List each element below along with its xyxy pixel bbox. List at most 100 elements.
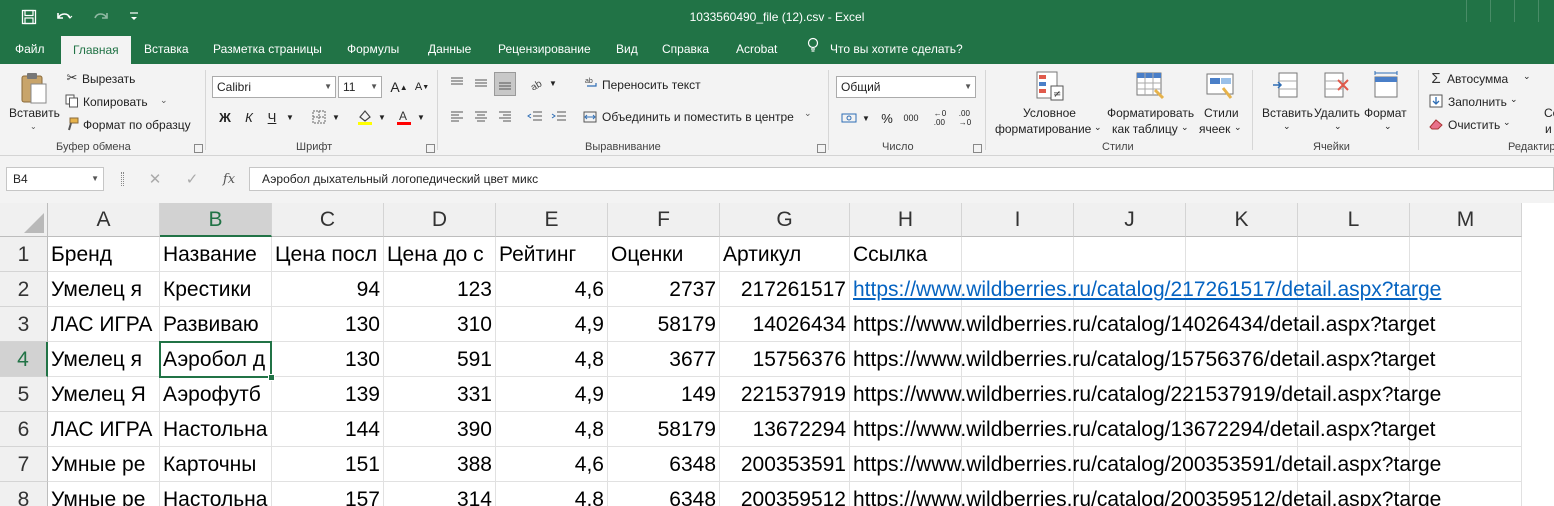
cell-f3[interactable]: 58179 — [608, 307, 720, 342]
cell-g3[interactable]: 14026434 — [720, 307, 850, 342]
insert-function-icon[interactable]: fx — [219, 169, 239, 189]
cell-f4[interactable]: 3677 — [608, 342, 720, 377]
cell-b6[interactable]: Настольна — [160, 412, 272, 447]
font-name-select[interactable]: Calibri ▼ — [212, 76, 336, 98]
column-header-j[interactable]: J — [1074, 203, 1186, 237]
increase-decimal-icon[interactable]: ←0.00 — [930, 108, 950, 128]
decrease-indent-icon[interactable] — [526, 108, 544, 126]
format-cells-button[interactable]: Формат — [1364, 106, 1407, 120]
cell-b4[interactable]: Аэробол д — [160, 342, 272, 377]
tab-formulas[interactable]: Формулы — [347, 34, 399, 64]
tab-insert[interactable]: Вставка — [144, 34, 189, 64]
cell-styles-line1[interactable]: Стили — [1204, 106, 1239, 120]
align-top-icon[interactable] — [448, 74, 466, 92]
cell-styles-line2[interactable]: ячеек — [1199, 122, 1230, 136]
cell-d6[interactable]: 390 — [384, 412, 496, 447]
row-header-8[interactable]: 8 — [0, 482, 48, 506]
italic-button[interactable]: К — [241, 106, 257, 128]
cell-a3[interactable]: ЛАС ИГРА — [48, 307, 160, 342]
column-header-k[interactable]: K — [1186, 203, 1298, 237]
tab-view[interactable]: Вид — [616, 34, 638, 64]
font-color-icon[interactable]: A — [394, 106, 414, 128]
sort-filter-line1[interactable]: Со — [1544, 106, 1554, 120]
cell-c7[interactable]: 151 — [272, 447, 384, 482]
cell-d3[interactable]: 310 — [384, 307, 496, 342]
cell-c1[interactable]: Цена посл — [272, 237, 384, 272]
increase-font-icon[interactable]: A ▲ — [390, 76, 408, 98]
fill-handle[interactable] — [268, 374, 275, 381]
format-cells-dropdown-icon[interactable]: ⌄ — [1384, 121, 1392, 132]
cell-c5[interactable]: 139 — [272, 377, 384, 412]
autosum-dropdown-icon[interactable]: ⌄ — [1523, 71, 1531, 82]
cell-b7[interactable]: Карточны — [160, 447, 272, 482]
cell-d7[interactable]: 388 — [384, 447, 496, 482]
column-header-i[interactable]: I — [962, 203, 1074, 237]
column-header-a[interactable]: A — [48, 203, 160, 237]
cancel-entry-icon[interactable]: ✕ — [146, 170, 164, 188]
row-header-4[interactable]: 4 — [0, 342, 48, 377]
align-left-icon[interactable] — [448, 108, 466, 126]
fill-color-dropdown-icon[interactable]: ▼ — [377, 106, 387, 128]
thousands-separator-button[interactable]: 000 — [901, 108, 921, 128]
cell-f7[interactable]: 6348 — [608, 447, 720, 482]
conditional-formatting-line1[interactable]: Условное — [1023, 106, 1076, 120]
decrease-font-icon[interactable]: A ▼ — [413, 76, 431, 98]
format-as-table-line1[interactable]: Форматировать — [1107, 106, 1194, 120]
cell-c6[interactable]: 144 — [272, 412, 384, 447]
clipboard-launcher-icon[interactable] — [194, 144, 203, 153]
tab-home[interactable]: Главная — [61, 36, 131, 64]
cell-e2[interactable]: 4,6 — [496, 272, 608, 307]
clear-dropdown-icon[interactable]: ⌄ — [1503, 117, 1511, 128]
cell-g4[interactable]: 15756376 — [720, 342, 850, 377]
row-header-6[interactable]: 6 — [0, 412, 48, 447]
column-header-c[interactable]: C — [272, 203, 384, 237]
column-header-l[interactable]: L — [1298, 203, 1410, 237]
row-header-1[interactable]: 1 — [0, 237, 48, 272]
cell-d1[interactable]: Цена до с — [384, 237, 496, 272]
align-middle-icon[interactable] — [472, 74, 490, 92]
row-header-3[interactable]: 3 — [0, 307, 48, 342]
cell-a6[interactable]: ЛАС ИГРА — [48, 412, 160, 447]
cell-e4[interactable]: 4,8 — [496, 342, 608, 377]
cell-m1[interactable] — [1410, 237, 1522, 272]
column-header-d[interactable]: D — [384, 203, 496, 237]
sort-filter-line2[interactable]: и — [1545, 122, 1552, 136]
cell-b8[interactable]: Настольна — [160, 482, 272, 506]
clear-button[interactable]: Очистить — [1448, 118, 1500, 132]
cell-e5[interactable]: 4,9 — [496, 377, 608, 412]
cell-a1[interactable]: Бренд — [48, 237, 160, 272]
cell-e6[interactable]: 4,8 — [496, 412, 608, 447]
fill-color-icon[interactable] — [355, 106, 375, 128]
column-header-g[interactable]: G — [720, 203, 850, 237]
format-as-table-dropdown-icon[interactable]: ⌄ — [1181, 122, 1189, 133]
cell-e8[interactable]: 4,8 — [496, 482, 608, 506]
merge-center-button[interactable]: Объединить и поместить в центре — [602, 110, 794, 124]
copy-dropdown-icon[interactable]: ⌄ — [160, 95, 168, 106]
column-header-e[interactable]: E — [496, 203, 608, 237]
cell-h5[interactable]: https://www.wildberries.ru/catalog/22153… — [850, 377, 1441, 412]
cell-f8[interactable]: 6348 — [608, 482, 720, 506]
conditional-formatting-line2[interactable]: форматирование — [995, 122, 1091, 136]
cell-d8[interactable]: 314 — [384, 482, 496, 506]
tab-review[interactable]: Рецензирование — [498, 34, 591, 64]
underline-button[interactable]: Ч — [264, 106, 280, 128]
underline-dropdown-icon[interactable]: ▼ — [285, 106, 295, 128]
borders-icon[interactable] — [309, 106, 329, 128]
cell-h3[interactable]: https://www.wildberries.ru/catalog/14026… — [850, 307, 1436, 342]
name-box[interactable]: B4 ▼ — [6, 167, 104, 191]
cell-b5[interactable]: Аэрофутб — [160, 377, 272, 412]
align-bottom-icon[interactable] — [494, 72, 516, 96]
cell-g7[interactable]: 200353591 — [720, 447, 850, 482]
row-header-2[interactable]: 2 — [0, 272, 48, 307]
cell-d2[interactable]: 123 — [384, 272, 496, 307]
cell-g5[interactable]: 221537919 — [720, 377, 850, 412]
cell-f5[interactable]: 149 — [608, 377, 720, 412]
currency-dropdown-icon[interactable]: ▼ — [861, 108, 871, 128]
tell-me-box[interactable]: Что вы хотите сделать? — [806, 34, 963, 64]
font-launcher-icon[interactable] — [426, 144, 435, 153]
align-right-icon[interactable] — [496, 108, 514, 126]
cell-h7[interactable]: https://www.wildberries.ru/catalog/20035… — [850, 447, 1441, 482]
cell-e7[interactable]: 4,6 — [496, 447, 608, 482]
cell-styles-dropdown-icon[interactable]: ⌄ — [1234, 122, 1242, 133]
column-header-h[interactable]: H — [850, 203, 962, 237]
